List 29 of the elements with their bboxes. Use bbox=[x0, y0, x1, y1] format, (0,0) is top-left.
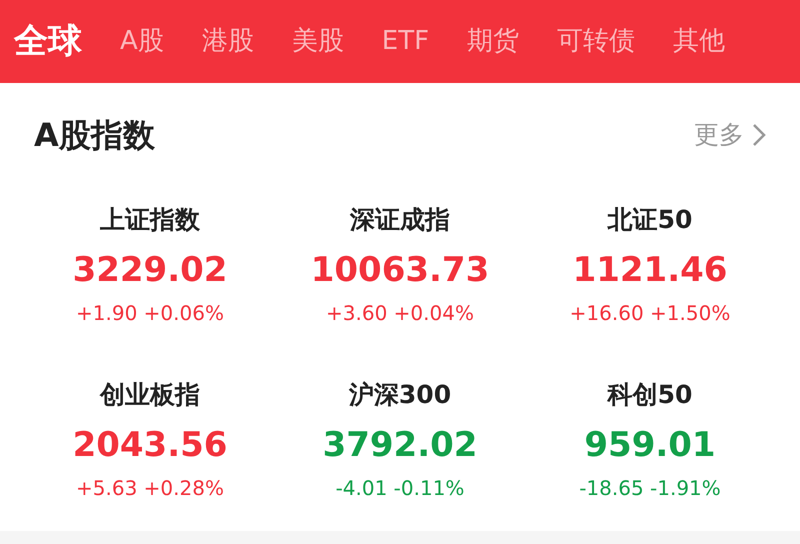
index-name: 北证50 bbox=[608, 204, 692, 236]
index-change: +16.60 +1.50% bbox=[570, 300, 730, 327]
index-name: 沪深300 bbox=[348, 379, 452, 411]
more-link[interactable]: 更多 bbox=[694, 116, 766, 154]
index-price: 959.01 bbox=[584, 424, 716, 467]
market-tab[interactable]: 港股 bbox=[202, 22, 254, 61]
market-tab[interactable]: A股 bbox=[120, 22, 164, 61]
market-tab[interactable]: ETF bbox=[382, 22, 430, 61]
market-tab[interactable]: 其他 bbox=[673, 22, 726, 61]
index-price: 3792.02 bbox=[322, 424, 478, 467]
index-change: +5.63 +0.28% bbox=[76, 475, 224, 502]
section-title: A股指数 bbox=[34, 115, 155, 156]
index-price: 2043.56 bbox=[72, 424, 228, 467]
index-change: +1.90 +0.06% bbox=[76, 300, 224, 327]
market-tab[interactable]: 美股 bbox=[292, 22, 344, 61]
index-change: -18.65 -1.91% bbox=[579, 475, 721, 502]
index-price: 3229.02 bbox=[72, 249, 228, 292]
chevron-right-icon bbox=[752, 123, 766, 147]
index-name: 科创50 bbox=[608, 379, 692, 411]
index-change: -4.01 -0.11% bbox=[336, 475, 464, 502]
index-name: 上证指数 bbox=[100, 204, 200, 236]
index-change: +3.60 +0.04% bbox=[326, 300, 474, 327]
market-tab[interactable]: 全球 bbox=[14, 16, 82, 67]
index-name: 创业板指 bbox=[100, 379, 200, 411]
index-name: 深证成指 bbox=[350, 204, 450, 236]
index-price: 1121.46 bbox=[572, 249, 728, 292]
index-price: 10063.73 bbox=[310, 249, 490, 292]
market-tab[interactable]: 期货 bbox=[467, 22, 520, 61]
market-tab[interactable]: 可转债 bbox=[557, 22, 636, 61]
